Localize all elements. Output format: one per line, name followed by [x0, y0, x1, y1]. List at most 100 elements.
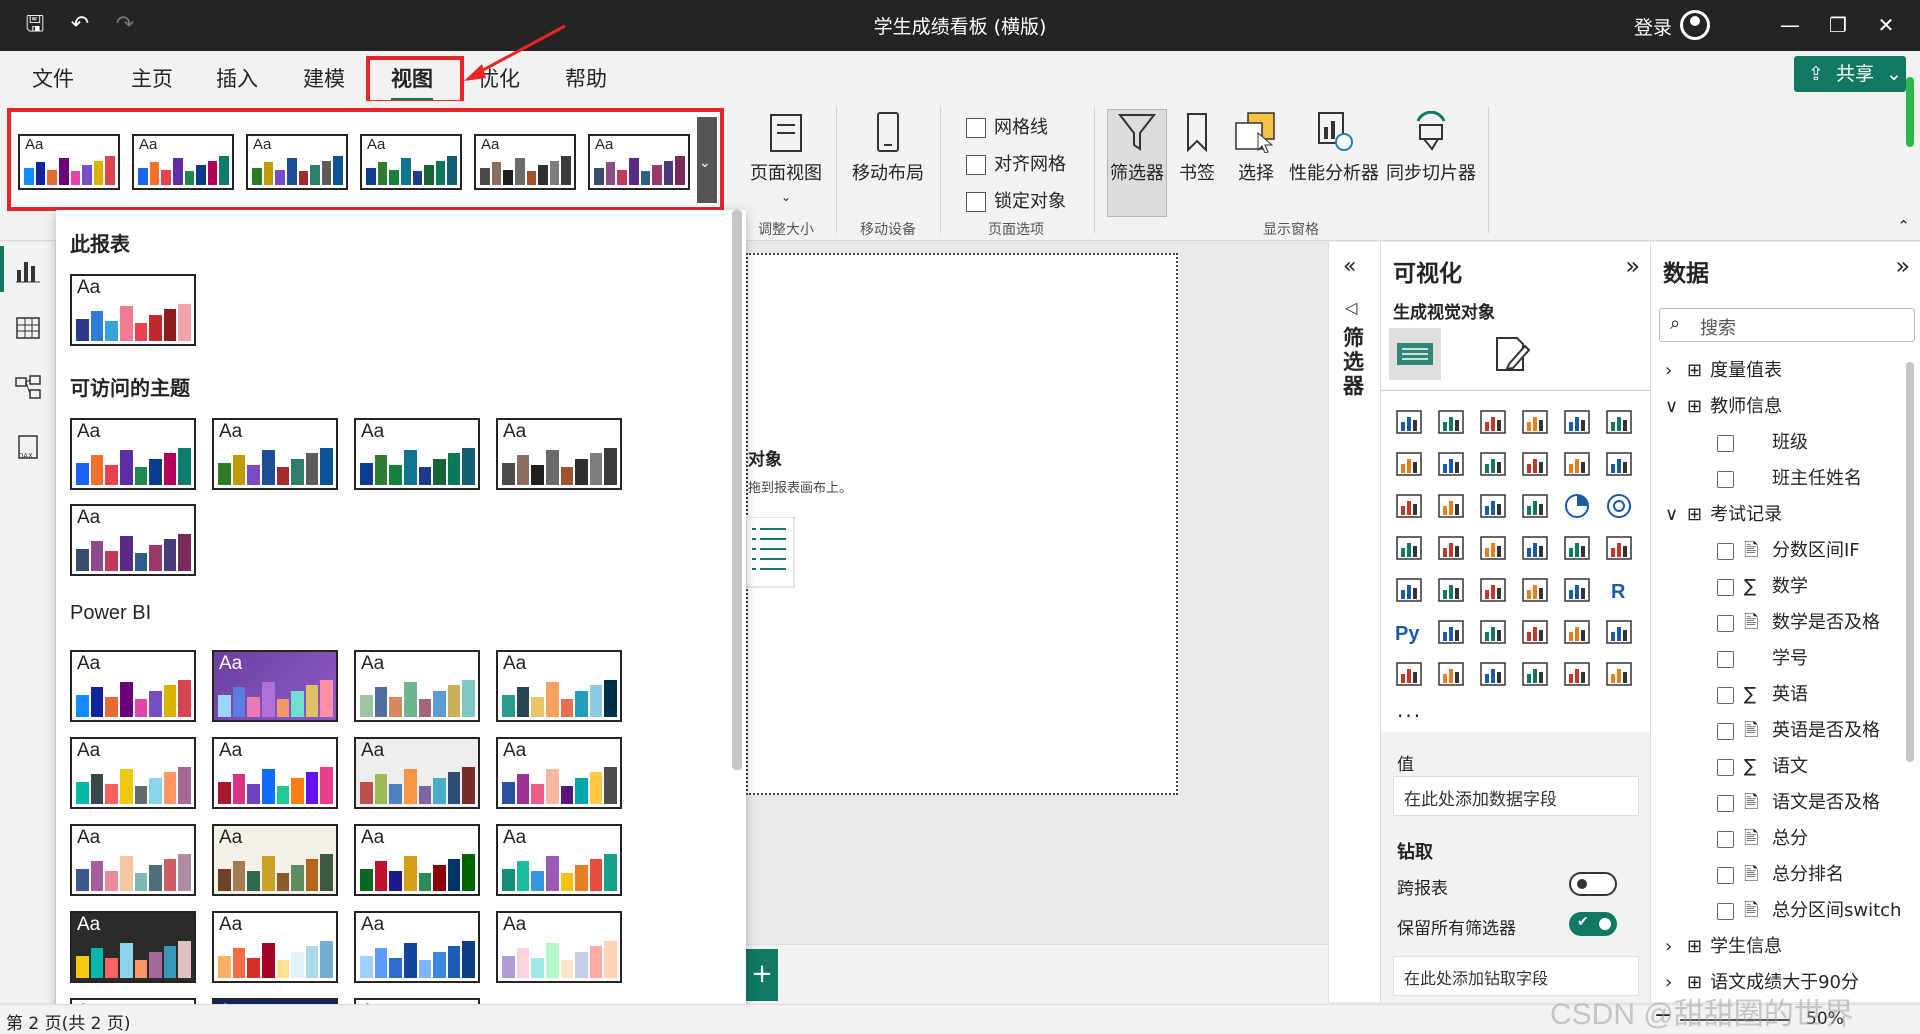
ribbon-icon[interactable] [1395, 492, 1423, 520]
kpi-icon[interactable] [1437, 576, 1465, 604]
new-card-icon[interactable] [1437, 660, 1465, 688]
field-checkbox[interactable] [1717, 650, 1734, 668]
collapse-ribbon-icon[interactable]: ⌃ [1897, 217, 1910, 235]
power-bi-theme-swatch[interactable]: Aa [70, 824, 196, 896]
filters-pane-button[interactable]: 筛选器 [1107, 111, 1167, 185]
format-visual-icon[interactable] [1491, 334, 1531, 374]
treemap-icon[interactable] [1395, 534, 1423, 562]
restore-icon[interactable]: ❐ [1818, 10, 1858, 40]
power-automate-icon[interactable] [1563, 660, 1591, 688]
snap-to-grid-checkbox[interactable]: 对齐网格 [966, 150, 1066, 176]
funnel-icon[interactable] [1479, 492, 1507, 520]
field-node[interactable]: 🖹 分数区间IF [1717, 536, 1860, 568]
values-drop-zone[interactable]: 在此处添加数据字段 [1393, 776, 1639, 816]
card-icon[interactable] [1605, 534, 1633, 562]
line-clustered-column-icon[interactable] [1605, 450, 1633, 478]
field-node[interactable]: 🖹 语文是否及格 [1717, 788, 1880, 820]
power-bi-theme-swatch[interactable]: Aa [496, 650, 622, 722]
power-bi-theme-swatch[interactable]: Aa [496, 911, 622, 983]
table-node[interactable]: ∨ ⊞ 考试记录 [1665, 500, 1782, 526]
selection-button[interactable]: 选择 [1228, 111, 1284, 185]
power-bi-theme-swatch[interactable]: Aa [70, 650, 196, 722]
current-report-theme[interactable]: Aa [70, 274, 196, 346]
report-view-icon[interactable] [14, 256, 42, 284]
filters-pane-label[interactable]: 筛选器 [1343, 326, 1367, 398]
matrix-icon[interactable] [1563, 576, 1591, 604]
r-visual-icon[interactable]: R [1605, 576, 1633, 604]
ribbon-chart-icon[interactable] [1521, 450, 1549, 478]
tab-home[interactable]: 主页 [131, 63, 173, 93]
accessible-theme-swatch[interactable]: Aa [496, 418, 622, 490]
keep-filters-toggle[interactable]: ✔ [1569, 912, 1617, 936]
field-checkbox[interactable] [1717, 686, 1734, 704]
tab-file[interactable]: 文件 [32, 63, 74, 93]
stacked-column-icon[interactable] [1437, 408, 1465, 436]
tab-modeling[interactable]: 建模 [303, 63, 345, 93]
field-checkbox[interactable] [1717, 434, 1734, 452]
lock-objects-checkbox[interactable]: 锁定对象 [966, 187, 1066, 213]
chevron-down-icon[interactable]: ∨ [1665, 504, 1687, 525]
field-node[interactable]: 🖹 总分区间switch [1717, 896, 1901, 928]
bookmarks-button[interactable]: 书签 [1172, 111, 1222, 185]
login-link[interactable]: 登录 [1634, 13, 1672, 40]
tab-insert[interactable]: 插入 [216, 63, 258, 93]
key-influencers-icon[interactable] [1437, 618, 1465, 646]
field-checkbox[interactable] [1717, 722, 1734, 740]
table-node[interactable]: › ⊞ 学生信息 [1665, 932, 1782, 958]
field-checkbox[interactable] [1717, 578, 1734, 596]
area-chart-icon[interactable] [1437, 450, 1465, 478]
field-checkbox[interactable] [1717, 902, 1734, 920]
more-visuals-button[interactable]: ... [1397, 698, 1422, 722]
multi-row-card-icon[interactable] [1395, 576, 1423, 604]
dax-query-icon[interactable]: DAX [14, 434, 42, 462]
python-visual-icon[interactable]: Py [1395, 618, 1423, 646]
field-node[interactable]: 🖹 英语是否及格 [1717, 716, 1880, 748]
azure-map-icon[interactable] [1521, 534, 1549, 562]
table-view-icon[interactable] [14, 314, 42, 342]
data-pane-scrollbar[interactable] [1906, 362, 1914, 762]
power-bi-theme-swatch[interactable]: Aa [496, 737, 622, 809]
model-view-icon[interactable] [14, 374, 42, 402]
data-search-box[interactable]: ⌕ 搜索 [1659, 308, 1915, 342]
pie-icon[interactable] [1563, 492, 1591, 520]
field-node[interactable]: 班级 [1717, 428, 1808, 454]
power-bi-theme-swatch[interactable]: Aa [212, 911, 338, 983]
power-bi-theme-swatch[interactable]: Aa [496, 824, 622, 896]
gridlines-checkbox[interactable]: 网格线 [966, 113, 1048, 139]
table-icon[interactable] [1521, 576, 1549, 604]
donut-icon[interactable] [1605, 492, 1633, 520]
collapse-right-icon[interactable]: » [1895, 252, 1910, 280]
power-bi-theme-swatch[interactable]: Aa [212, 737, 338, 809]
power-bi-theme-swatch[interactable]: Aa [212, 824, 338, 896]
account-icon[interactable] [1680, 10, 1710, 40]
build-visual-tab[interactable] [1389, 328, 1441, 380]
decomposition-tree-icon[interactable] [1479, 618, 1507, 646]
accessible-theme-swatch[interactable]: Aa [70, 504, 196, 576]
close-icon[interactable]: ✕ [1866, 10, 1906, 40]
field-checkbox[interactable] [1717, 614, 1734, 632]
field-node[interactable]: 班主任姓名 [1717, 464, 1862, 490]
filled-map-icon[interactable] [1479, 534, 1507, 562]
scroll-indicator[interactable] [1906, 77, 1914, 147]
line-column-icon[interactable] [1563, 450, 1591, 478]
gauge-icon[interactable] [1563, 534, 1591, 562]
goals-icon[interactable] [1605, 618, 1633, 646]
100-column-icon[interactable] [1605, 408, 1633, 436]
add-page-button[interactable]: + [746, 949, 778, 1001]
field-node[interactable]: ∑ 数学 [1717, 572, 1808, 598]
stacked-area-icon[interactable] [1479, 450, 1507, 478]
power-bi-theme-swatch[interactable]: Aa [70, 911, 196, 983]
power-bi-theme-swatch[interactable]: Aa [354, 737, 480, 809]
new-slicer-icon[interactable] [1479, 660, 1507, 688]
mobile-layout-button[interactable]: 移动布局 [848, 111, 928, 185]
power-bi-theme-swatch[interactable]: Aa [354, 650, 480, 722]
slicer-icon[interactable] [1479, 576, 1507, 604]
custom-visual-icon[interactable] [1605, 660, 1633, 688]
field-node[interactable]: ∑ 语文 [1717, 752, 1808, 778]
field-checkbox[interactable] [1717, 758, 1734, 776]
waterfall-icon[interactable] [1437, 492, 1465, 520]
accessible-theme-swatch[interactable]: Aa [70, 418, 196, 490]
field-checkbox[interactable] [1717, 866, 1734, 884]
clustered-bar-icon[interactable] [1479, 408, 1507, 436]
share-button[interactable]: ⇪ 共享 ⌄ [1794, 56, 1906, 92]
